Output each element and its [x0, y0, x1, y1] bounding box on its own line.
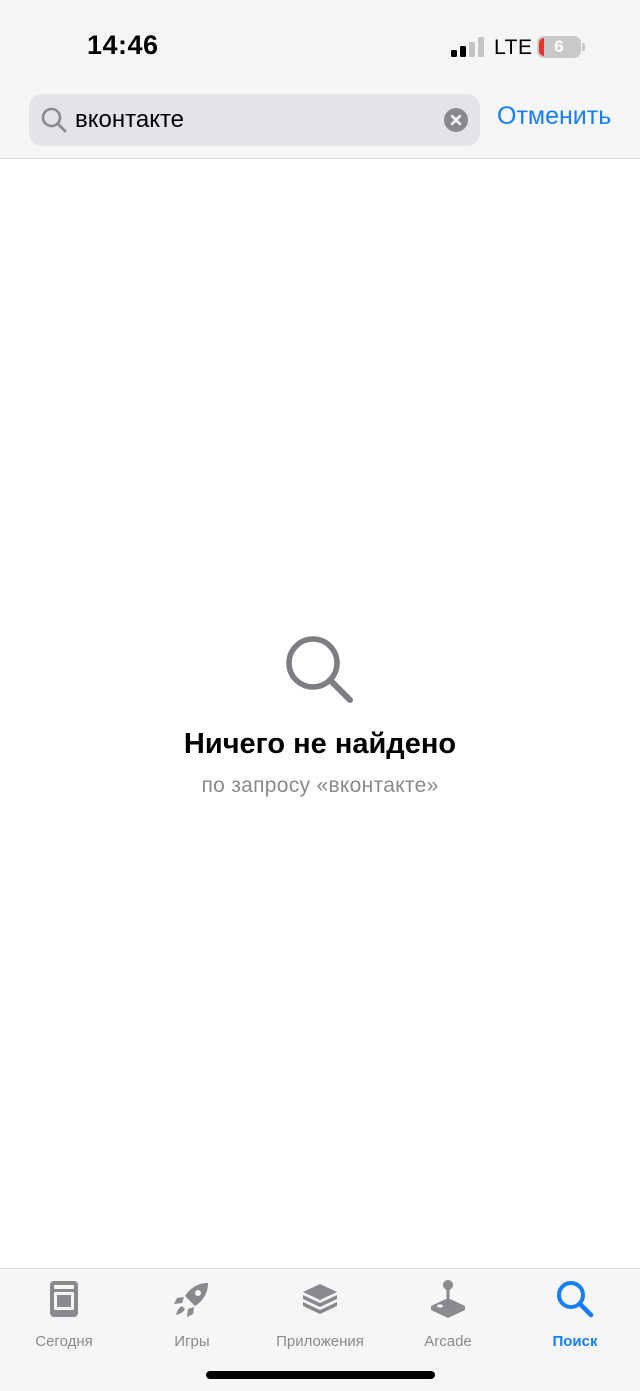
tab-search[interactable]: Поиск [511, 1279, 639, 1350]
top-bar: 14:46 LTE 6 вконтакте Отменить [0, 0, 640, 159]
network-type: LTE [494, 36, 533, 59]
tab-apps[interactable]: Приложения [256, 1279, 384, 1350]
tab-today[interactable]: Сегодня [0, 1279, 128, 1350]
battery-cap [582, 43, 585, 51]
cancel-button[interactable]: Отменить [497, 102, 611, 131]
tab-arcade[interactable]: Arcade [384, 1279, 512, 1350]
search-icon [557, 1281, 594, 1318]
clear-icon [450, 114, 462, 126]
tab-label: Arcade [424, 1333, 472, 1350]
tab-label: Сегодня [35, 1333, 93, 1350]
search-query-text[interactable]: вконтакте [75, 94, 184, 146]
search-icon [41, 107, 67, 133]
layers-icon [303, 1284, 337, 1314]
today-icon [50, 1281, 78, 1317]
battery-icon: 6 [537, 36, 581, 58]
empty-state-subtitle: по запросу «вконтакте» [201, 774, 439, 797]
tab-games[interactable]: Игры [128, 1279, 256, 1350]
cellular-signal-icon [451, 37, 484, 57]
status-time: 14:46 [87, 30, 159, 60]
battery-percentage: 6 [554, 37, 564, 56]
rocket-icon [174, 1283, 208, 1317]
app-store-search-screen: 14:46 LTE 6 вконтакте Отменить Ничего не… [0, 0, 640, 1391]
search-input[interactable]: вконтакте [29, 94, 480, 146]
tab-label: Игры [174, 1333, 210, 1350]
tab-label: Приложения [276, 1333, 364, 1350]
no-results-search-icon [286, 636, 353, 703]
tab-label: Поиск [552, 1333, 598, 1350]
home-indicator[interactable] [206, 1371, 435, 1379]
clear-search-button[interactable] [444, 108, 468, 132]
empty-state-title: Ничего не найдено [183, 728, 457, 760]
joystick-icon [431, 1280, 465, 1318]
